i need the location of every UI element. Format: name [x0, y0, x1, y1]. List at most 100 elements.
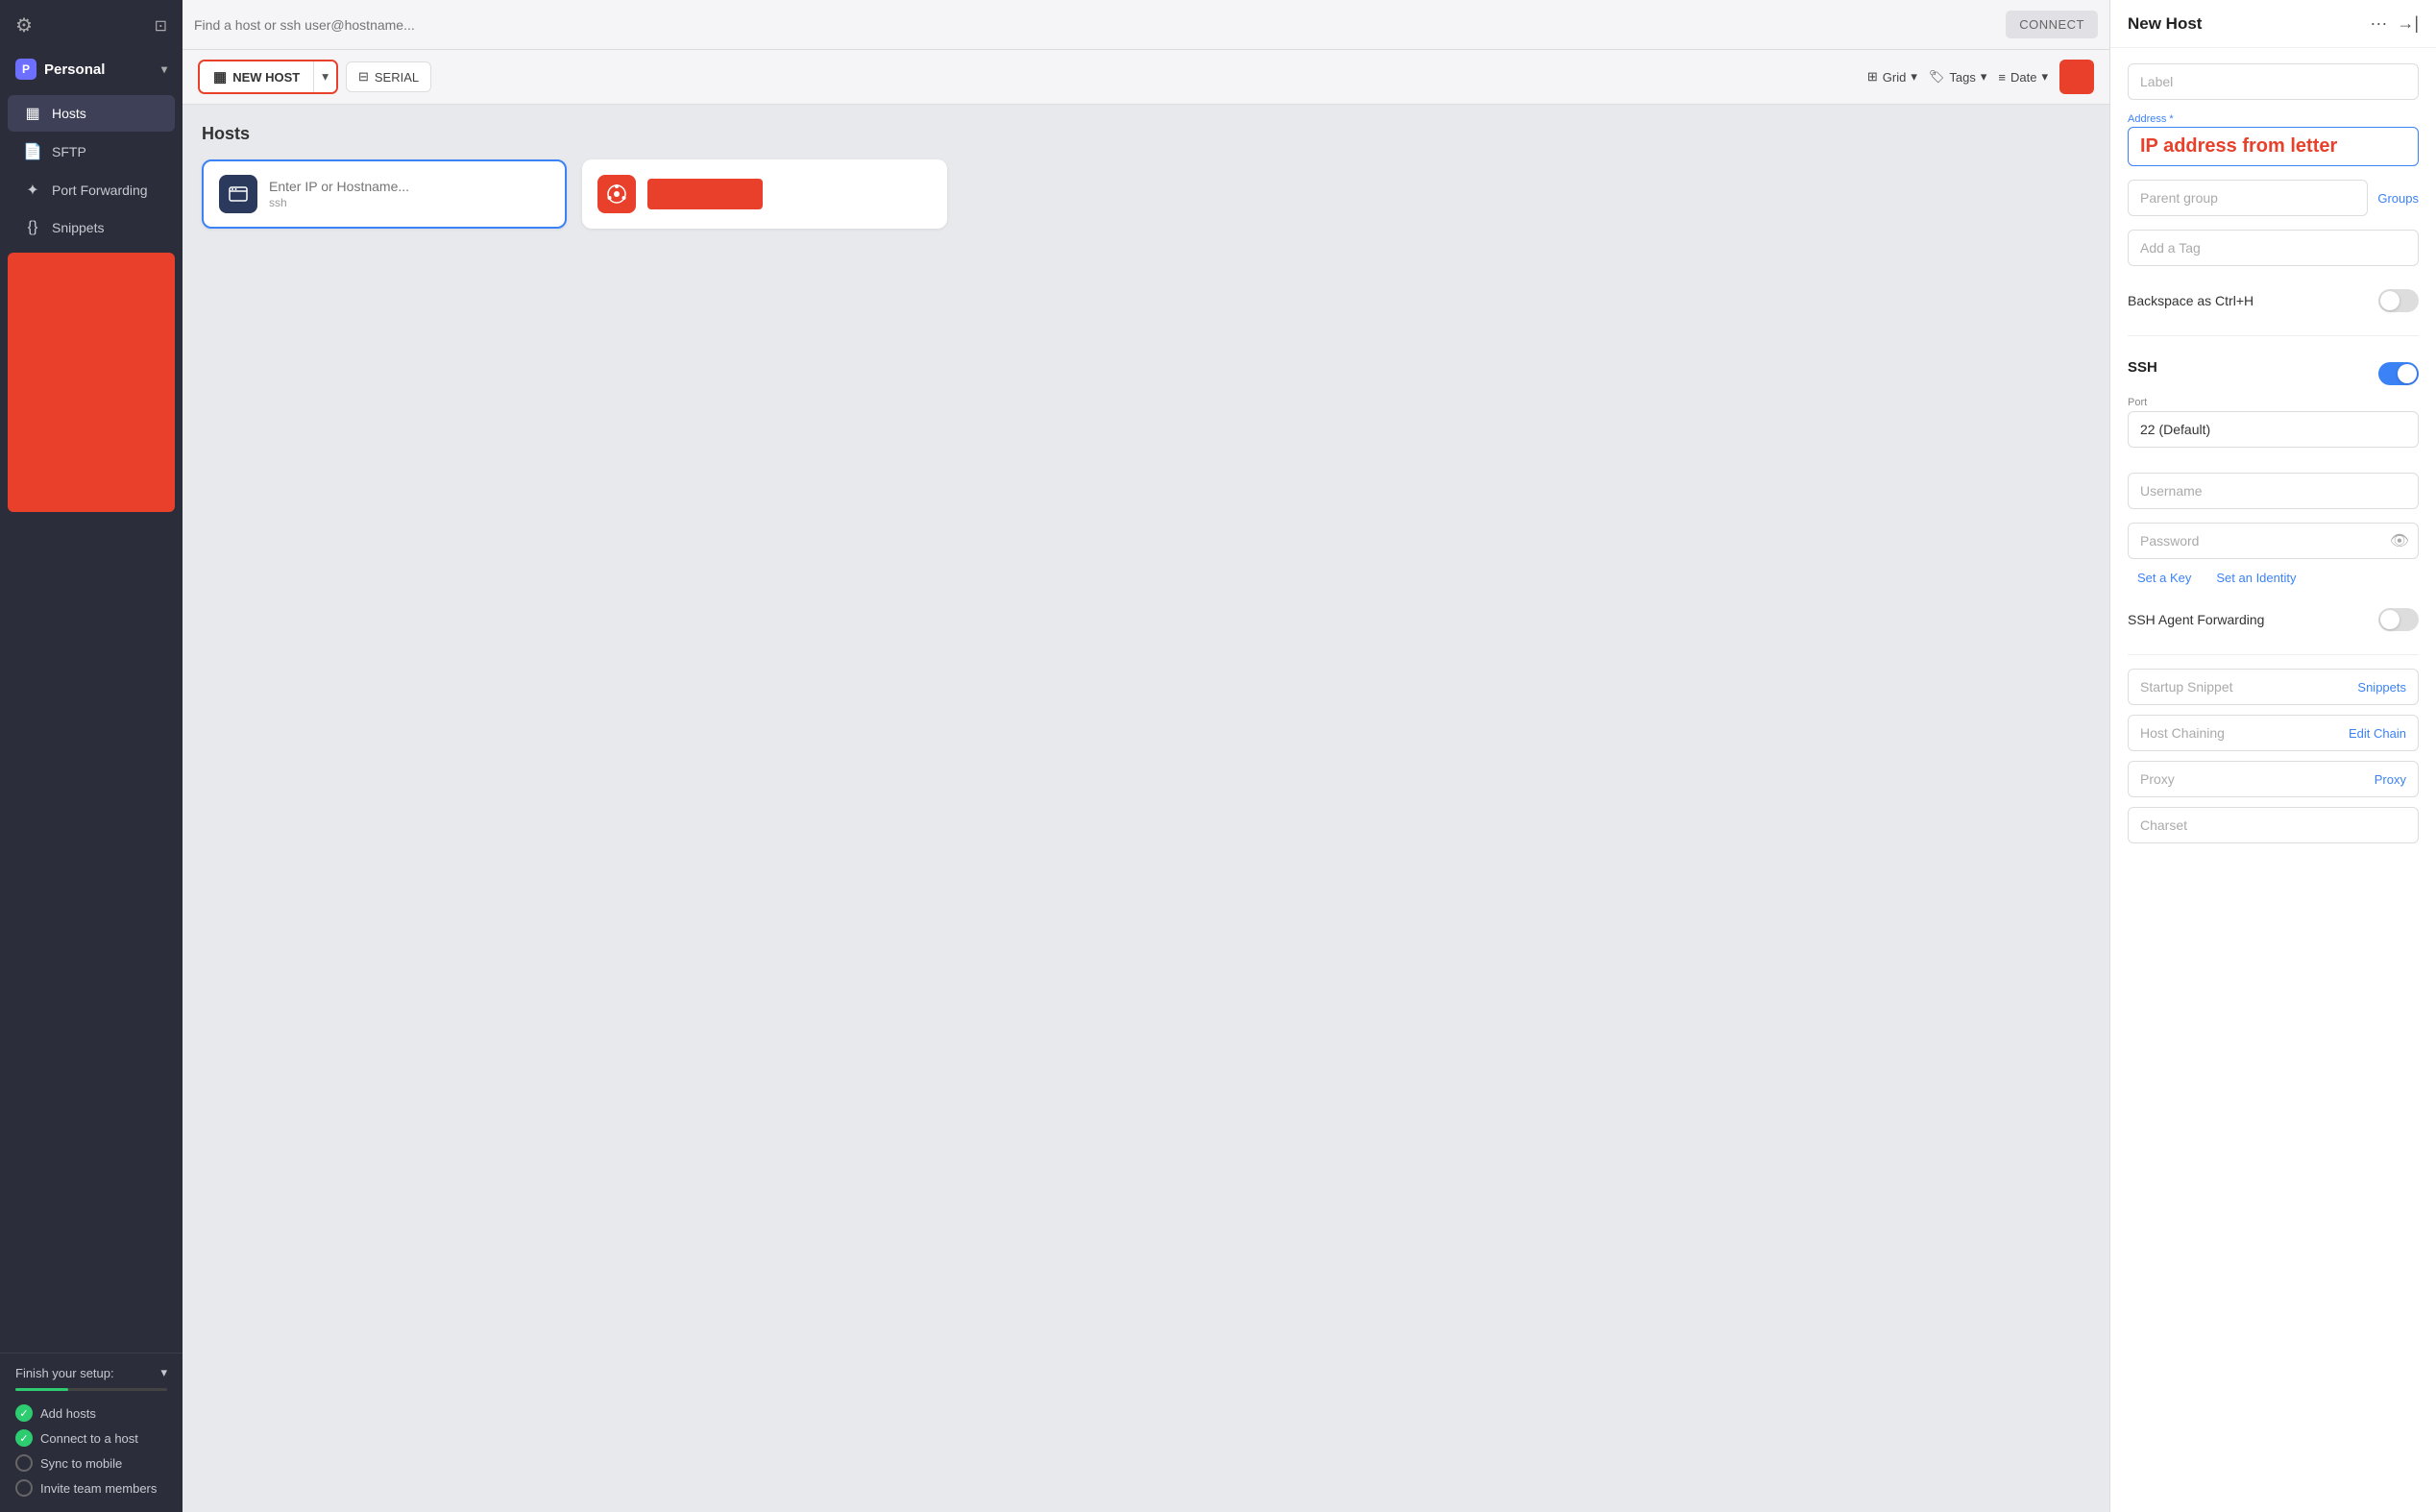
ubuntu-icon [597, 175, 636, 213]
hosts-content: Hosts ssh [183, 105, 2109, 1512]
connect-button[interactable]: CONNECT [2006, 11, 2098, 38]
sidebar-item-snippets[interactable]: {} Snippets [8, 210, 175, 245]
setup-progress-bar-bg [15, 1388, 167, 1391]
gear-icon[interactable]: ⚙ [15, 13, 33, 37]
setup-header[interactable]: Finish your setup: ▾ [15, 1365, 167, 1380]
new-host-icon: ▦ [213, 68, 227, 85]
date-label: Date [2010, 70, 2036, 85]
tags-filter[interactable]: 🏷 Tags ▾ [1929, 69, 1987, 85]
setup-item-label: Add hosts [40, 1406, 96, 1421]
setup-chevron-icon: ▾ [160, 1365, 167, 1380]
more-options-icon[interactable]: ··· [2370, 13, 2387, 34]
sidebar-item-hosts[interactable]: ▦ Hosts [8, 95, 175, 132]
red-square-button[interactable] [2059, 60, 2094, 94]
setup-item-connect[interactable]: ✓ Connect to a host [15, 1426, 167, 1451]
date-filter[interactable]: ≡ Date ▾ [1998, 69, 2048, 85]
workspace-icon: P [15, 59, 37, 80]
setup-progress-fill [15, 1388, 68, 1391]
address-label: Address * [2128, 113, 2419, 125]
startup-snippet-row: Startup Snippet Snippets [2128, 669, 2419, 705]
workspace-selector[interactable]: P Personal ▾ [0, 51, 183, 87]
ssh-agent-toggle-row: SSH Agent Forwarding [2128, 598, 2419, 641]
sidebar-item-sftp[interactable]: 📄 SFTP [8, 134, 175, 170]
startup-snippet-placeholder: Startup Snippet [2140, 679, 2233, 695]
parent-group-input[interactable] [2128, 180, 2368, 216]
new-host-dropdown-button[interactable]: ▾ [313, 61, 336, 92]
new-host-label: NEW HOST [232, 70, 300, 85]
close-icon[interactable]: →| [2397, 13, 2419, 34]
sidebar-item-port-forwarding[interactable]: ✦ Port Forwarding [8, 172, 175, 208]
new-host-hostname-input[interactable] [269, 179, 549, 194]
tags-label: Tags [1949, 70, 1975, 85]
snippets-link[interactable]: Snippets [2357, 680, 2406, 695]
terminal-icon[interactable]: ⊡ [155, 16, 167, 36]
workspace-chevron-icon: ▾ [161, 62, 167, 76]
key-links: Set a Key Set an Identity [2128, 571, 2419, 585]
setup-item-icon-active: ✓ [15, 1429, 33, 1447]
username-input[interactable] [2128, 473, 2419, 509]
toolbar-right: ⊞ Grid ▾ 🏷 Tags ▾ ≡ Date ▾ [1867, 60, 2094, 94]
port-label: Port [2128, 397, 2419, 408]
sidebar-nav: ▦ Hosts 📄 SFTP ✦ Port Forwarding {} Snip… [0, 87, 183, 1353]
sidebar: ⚙ ⊡ P Personal ▾ ▦ Hosts 📄 SFTP ✦ Port F… [0, 0, 183, 1512]
edit-chain-link[interactable]: Edit Chain [2349, 726, 2406, 741]
ubuntu-host-card[interactable] [582, 159, 947, 229]
host-chaining-row: Host Chaining Edit Chain [2128, 715, 2419, 751]
set-identity-link[interactable]: Set an Identity [2216, 571, 2296, 585]
ssh-toggle[interactable] [2378, 362, 2419, 385]
serial-button[interactable]: ⊟ SERIAL [346, 61, 431, 92]
eye-icon[interactable]: 👁 [2390, 531, 2409, 550]
panel-title: New Host [2128, 14, 2370, 34]
host-chaining-placeholder: Host Chaining [2140, 725, 2225, 741]
port-forwarding-icon: ✦ [23, 181, 42, 200]
grid-filter[interactable]: ⊞ Grid ▾ [1867, 69, 1917, 85]
ssh-agent-toggle-knob [2380, 610, 2399, 629]
charset-input[interactable] [2128, 807, 2419, 843]
workspace-label: Personal [44, 61, 105, 78]
search-input[interactable] [194, 17, 2006, 33]
new-host-button[interactable]: ▦ NEW HOST [200, 61, 313, 92]
sidebar-item-label: SFTP [52, 144, 86, 159]
port-input[interactable] [2128, 411, 2419, 448]
sftp-icon: 📄 [23, 142, 42, 161]
grid-chevron-icon: ▾ [1911, 69, 1917, 85]
proxy-link[interactable]: Proxy [2375, 772, 2406, 787]
ssh-toggle-knob [2398, 364, 2417, 383]
groups-link[interactable]: Groups [2377, 191, 2419, 206]
backspace-label: Backspace as Ctrl+H [2128, 293, 2253, 308]
new-host-card[interactable]: ssh [202, 159, 567, 229]
toggle-knob [2380, 291, 2399, 310]
ssh-agent-label: SSH Agent Forwarding [2128, 612, 2264, 627]
setup-item-icon-empty [15, 1479, 33, 1497]
panel-body: Address * Groups Backspace as Ctrl+H SSH [2110, 48, 2436, 872]
setup-item-invite[interactable]: Invite team members [15, 1475, 167, 1500]
setup-item-add-hosts[interactable]: ✓ Add hosts [15, 1401, 167, 1426]
ssh-section-title: SSH [2128, 359, 2157, 376]
tag-input[interactable] [2128, 230, 2419, 266]
sidebar-item-label: Port Forwarding [52, 183, 148, 198]
ssh-agent-toggle[interactable] [2378, 608, 2419, 631]
setup-item-icon-done: ✓ [15, 1404, 33, 1422]
search-bar: CONNECT [183, 0, 2109, 50]
tag-icon: 🏷 [1929, 69, 1945, 85]
tag-field [2128, 230, 2419, 266]
snippets-icon: {} [23, 219, 42, 236]
backspace-toggle[interactable] [2378, 289, 2419, 312]
port-field: Port [2128, 397, 2419, 459]
setup-item-label: Invite team members [40, 1481, 157, 1496]
hosts-section-title: Hosts [202, 124, 2090, 144]
sidebar-red-block [8, 253, 175, 512]
setup-item-label: Connect to a host [40, 1431, 138, 1446]
sidebar-item-label: Hosts [52, 106, 86, 121]
set-key-link[interactable]: Set a Key [2137, 571, 2191, 585]
serial-icon: ⊟ [358, 69, 369, 85]
address-input[interactable] [2128, 127, 2419, 166]
password-field: 👁 [2128, 523, 2419, 559]
label-input[interactable] [2128, 63, 2419, 100]
setup-item-sync[interactable]: Sync to mobile [15, 1451, 167, 1475]
hosts-icon: ▦ [23, 104, 42, 123]
host-name-redacted [647, 179, 763, 209]
password-input[interactable] [2128, 523, 2419, 559]
right-panel: New Host ··· →| Address * Groups Bac [2109, 0, 2436, 1512]
panel-header: New Host ··· →| [2110, 0, 2436, 48]
